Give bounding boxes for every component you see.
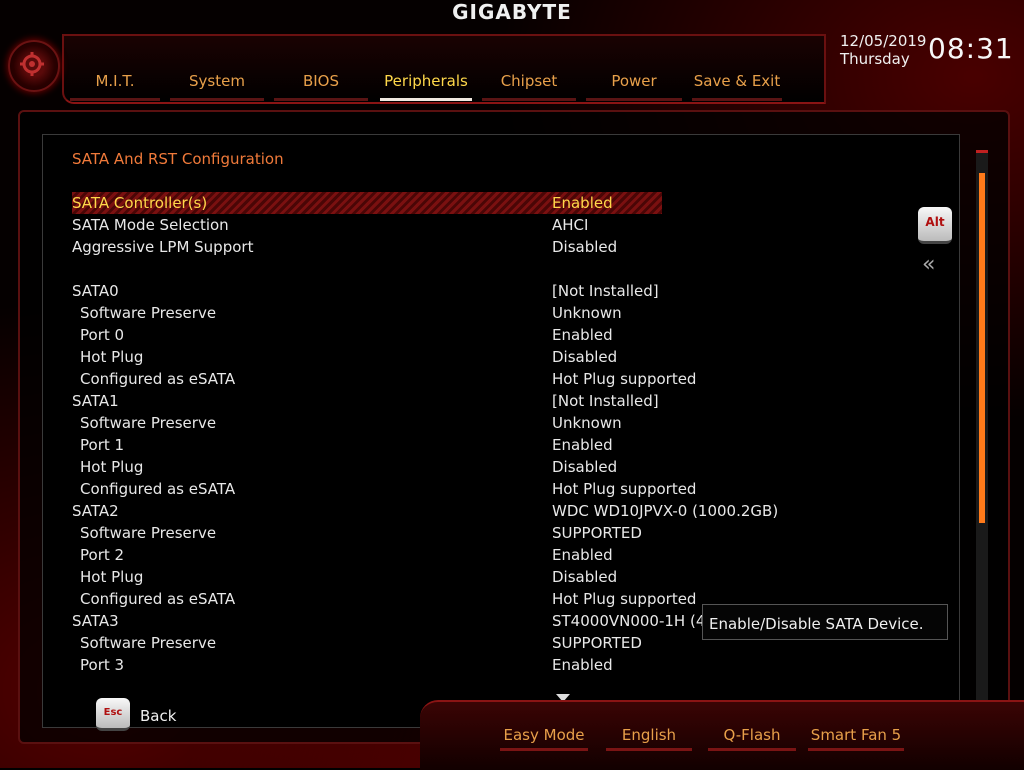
tab-save-exit[interactable]: Save & Exit xyxy=(692,72,782,101)
setting-value[interactable]: WDC WD10JPVX-0 (1000.2GB) xyxy=(552,500,778,522)
setting-row[interactable]: Port 3 Enabled xyxy=(72,654,662,676)
setting-label: SATA Mode Selection xyxy=(72,216,229,234)
setting-row[interactable]: SATA Mode Selection AHCI xyxy=(72,214,662,236)
setting-value[interactable]: Hot Plug supported xyxy=(552,588,696,610)
setting-label: Configured as eSATA xyxy=(80,370,236,388)
setting-row[interactable]: SATA0 [Not Installed] xyxy=(72,280,662,302)
setting-value[interactable]: Enabled xyxy=(552,434,613,456)
setting-value[interactable]: Disabled xyxy=(552,236,617,258)
setting-label: SATA2 xyxy=(72,502,119,520)
setting-value[interactable]: Hot Plug supported xyxy=(552,368,696,390)
setting-row[interactable]: Hot Plug Disabled xyxy=(72,346,662,368)
setting-row[interactable]: Software Preserve SUPPORTED xyxy=(72,632,662,654)
setting-row[interactable]: Aggressive LPM Support Disabled xyxy=(72,236,662,258)
setting-row[interactable]: Port 2 Enabled xyxy=(72,544,662,566)
setting-row[interactable]: SATA3 ST4000VN000-1H (40 xyxy=(72,610,715,632)
setting-label: Configured as eSATA xyxy=(80,590,236,608)
q-flash-button[interactable]: Q-Flash xyxy=(708,726,796,751)
setting-label: SATA Controller(s) xyxy=(72,194,208,212)
weekday: Thursday xyxy=(840,50,910,68)
setting-label: Port 3 xyxy=(80,656,125,674)
tab-mit[interactable]: M.I.T. xyxy=(70,72,160,101)
back-label[interactable]: Back xyxy=(140,707,176,725)
setting-value[interactable]: Unknown xyxy=(552,302,622,324)
setting-row[interactable]: Software Preserve SUPPORTED xyxy=(72,522,662,544)
setting-label: SATA1 xyxy=(72,392,119,410)
setting-label: SATA0 xyxy=(72,282,119,300)
setting-row[interactable]: Port 0 Enabled xyxy=(72,324,662,346)
double-chevron-left-icon[interactable]: « xyxy=(922,252,935,277)
setting-label: Software Preserve xyxy=(80,634,217,652)
setting-row[interactable]: Configured as eSATA Hot Plug supported xyxy=(72,478,696,500)
setting-row[interactable]: SATA2 WDC WD10JPVX-0 (1000.2GB) xyxy=(72,500,778,522)
setting-value[interactable]: SUPPORTED xyxy=(552,522,642,544)
setting-label: Port 0 xyxy=(80,326,125,344)
date-display: 12/05/2019 Thursday xyxy=(840,32,926,68)
setting-row[interactable]: SATA1 [Not Installed] xyxy=(72,390,662,412)
header: GIGABYTE M.I.T. System BIOS Peripherals … xyxy=(0,0,1024,110)
setting-row[interactable]: Configured as eSATA Hot Plug supported xyxy=(72,368,696,390)
tab-power[interactable]: Power xyxy=(586,72,682,101)
setting-label: Aggressive LPM Support xyxy=(72,238,254,256)
language-button[interactable]: English xyxy=(606,726,692,751)
setting-value[interactable]: ST4000VN000-1H (40 xyxy=(552,610,715,632)
setting-value[interactable]: Unknown xyxy=(552,412,622,434)
setting-row[interactable]: SATA Controller(s) Enabled xyxy=(72,192,662,214)
setting-value[interactable]: Enabled xyxy=(552,192,613,214)
clock: 08:31 xyxy=(928,32,1014,65)
setting-row[interactable]: Configured as eSATA Hot Plug supported xyxy=(72,588,696,610)
scroll-thumb[interactable] xyxy=(979,173,985,523)
setting-label: Software Preserve xyxy=(80,524,217,542)
setting-value[interactable]: Enabled xyxy=(552,324,613,346)
alt-key-button[interactable]: Alt xyxy=(918,207,952,244)
tab-bios[interactable]: BIOS xyxy=(274,72,368,101)
help-tooltip: Enable/Disable SATA Device. xyxy=(702,604,948,640)
setting-value[interactable]: [Not Installed] xyxy=(552,390,659,412)
setting-label: Port 1 xyxy=(80,436,125,454)
setting-row[interactable]: Software Preserve Unknown xyxy=(72,412,662,434)
tab-peripherals[interactable]: Peripherals xyxy=(380,72,472,101)
section-title: SATA And RST Configuration xyxy=(72,150,284,168)
setting-label: Software Preserve xyxy=(80,304,217,322)
help-text: Enable/Disable SATA Device. xyxy=(709,615,924,633)
date: 12/05/2019 xyxy=(840,32,927,50)
scrollbar[interactable] xyxy=(976,150,988,708)
setting-label: Port 2 xyxy=(80,546,125,564)
setting-value[interactable]: [Not Installed] xyxy=(552,280,659,302)
setting-value[interactable]: Disabled xyxy=(552,456,617,478)
brand-logo: GIGABYTE xyxy=(452,0,572,24)
setting-label: Software Preserve xyxy=(80,414,217,432)
setting-row[interactable]: Hot Plug Disabled xyxy=(72,456,662,478)
setting-row[interactable]: Software Preserve Unknown xyxy=(72,302,662,324)
setting-label: Hot Plug xyxy=(80,568,144,586)
setting-row[interactable]: Port 1 Enabled xyxy=(72,434,662,456)
setting-label: Hot Plug xyxy=(80,458,144,476)
tab-chipset[interactable]: Chipset xyxy=(482,72,576,101)
gear-icon xyxy=(8,40,60,92)
setting-label: Hot Plug xyxy=(80,348,144,366)
setting-label: Configured as eSATA xyxy=(80,480,236,498)
smart-fan-button[interactable]: Smart Fan 5 xyxy=(808,726,904,751)
setting-value[interactable]: Disabled xyxy=(552,346,617,368)
setting-value[interactable]: Enabled xyxy=(552,544,613,566)
setting-value[interactable]: SUPPORTED xyxy=(552,632,642,654)
esc-key-button[interactable]: Esc xyxy=(96,698,130,731)
setting-value[interactable]: AHCI xyxy=(552,214,588,236)
setting-value[interactable]: Disabled xyxy=(552,566,617,588)
setting-row[interactable]: Hot Plug Disabled xyxy=(72,566,662,588)
setting-value[interactable]: Enabled xyxy=(552,654,613,676)
tab-system[interactable]: System xyxy=(170,72,264,101)
setting-value[interactable]: Hot Plug supported xyxy=(552,478,696,500)
easy-mode-button[interactable]: Easy Mode xyxy=(500,726,588,751)
setting-label: SATA3 xyxy=(72,612,119,630)
